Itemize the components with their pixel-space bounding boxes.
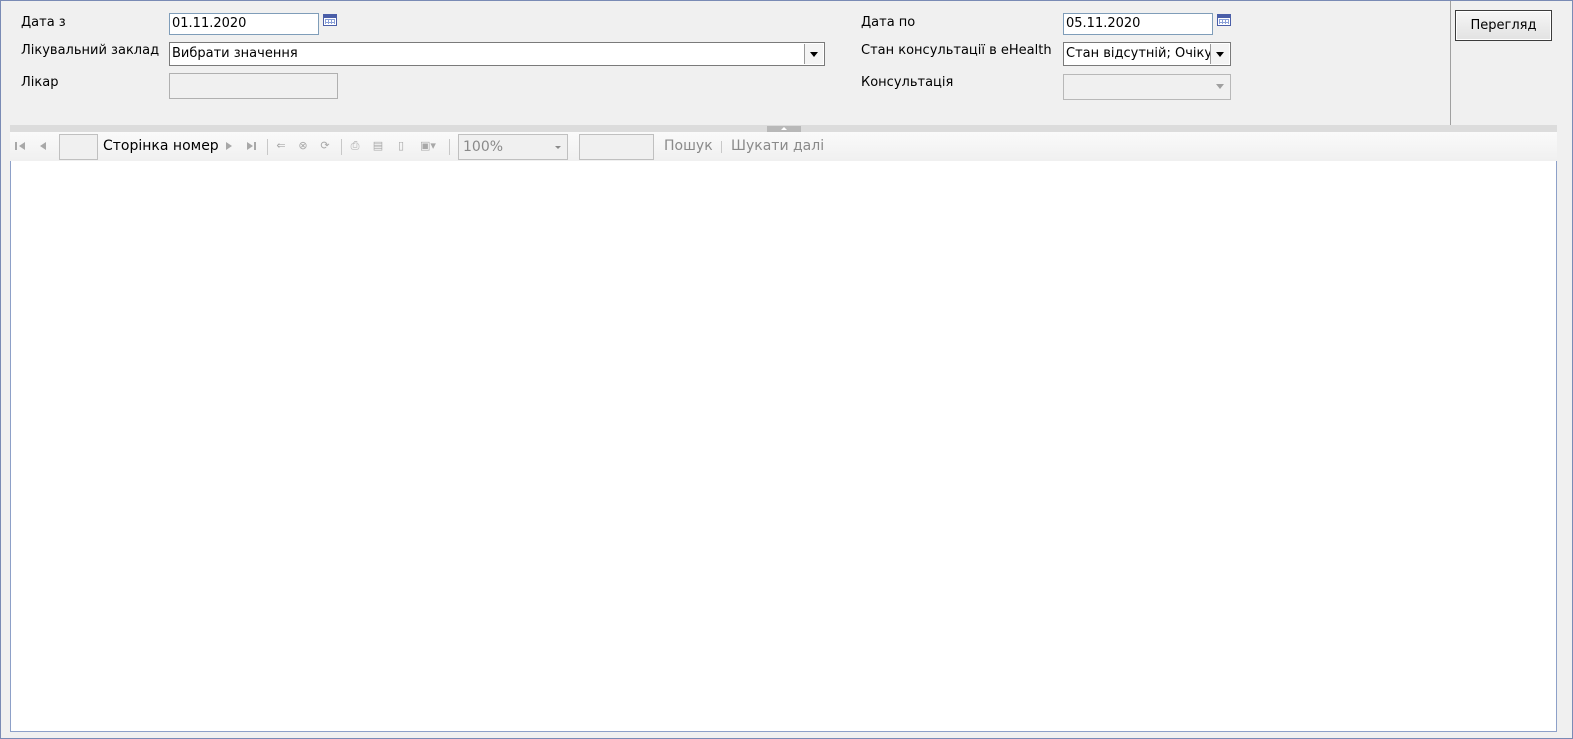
facility-label: Лікувальний заклад [21,43,160,58]
chevron-down-icon[interactable] [1210,44,1229,64]
stop-icon[interactable]: ⊗ [296,139,310,153]
date-from-input[interactable]: 01.11.2020 [169,13,319,35]
page-number-input[interactable] [59,134,98,160]
page-number-label: Сторінка номер [103,138,219,154]
print-icon[interactable]: ⎙ [348,139,362,153]
report-toolbar: Сторінка номер ⇐ ⊗ ⟳ ⎙ ▤ ▯ ▣▾ 100% Пошук… [10,132,1557,162]
facility-dropdown[interactable]: Вибрати значення [169,42,825,66]
toolbar-separator [721,141,722,153]
zoom-select[interactable]: 100% [458,134,568,160]
chevron-down-icon[interactable] [1211,76,1229,98]
parameters-panel: Дата з 01.11.2020 Лікувальний заклад Виб… [10,1,1556,125]
consultation-label: Консультація [861,75,954,90]
back-icon[interactable]: ⇐ [274,139,288,153]
print-layout-icon[interactable]: ▤ [371,139,385,153]
doctor-input[interactable] [169,73,338,99]
date-to-label: Дата по [861,15,916,30]
calendar-icon[interactable] [1217,14,1231,26]
panel-divider [1450,1,1451,125]
toolbar-separator [267,139,268,155]
export-icon[interactable]: ▣▾ [417,139,439,153]
facility-value: Вибрати значення [172,46,298,61]
chevron-down-icon[interactable] [804,44,823,64]
refresh-icon[interactable]: ⟳ [318,139,332,153]
chevron-down-icon[interactable] [555,146,561,149]
toolbar-separator [341,139,342,155]
date-from-label: Дата з [21,15,66,30]
view-report-button[interactable]: Перегляд [1455,10,1552,41]
status-value: Стан відсутній; Очікує [1066,46,1210,61]
next-page-icon[interactable] [222,139,236,153]
first-page-icon[interactable] [14,139,28,153]
doctor-label: Лікар [21,75,59,90]
search-input[interactable] [579,134,654,160]
find-button[interactable]: Пошук [664,138,713,154]
consultation-dropdown[interactable] [1063,74,1231,100]
prev-page-icon[interactable] [36,139,50,153]
toolbar-separator [449,139,450,155]
report-viewer-window: Дата з 01.11.2020 Лікувальний заклад Виб… [0,0,1573,739]
date-to-input[interactable]: 05.11.2020 [1063,13,1213,35]
find-next-button[interactable]: Шукати далі [731,138,824,154]
calendar-icon[interactable] [323,14,337,26]
status-dropdown[interactable]: Стан відсутній; Очікує [1063,42,1231,66]
page-setup-icon[interactable]: ▯ [394,139,408,153]
zoom-value: 100% [463,139,504,155]
report-content-area[interactable] [10,161,1557,732]
last-page-icon[interactable] [244,139,258,153]
status-label: Стан консультації в eHealth [861,43,1052,58]
panel-splitter[interactable] [10,125,1557,132]
